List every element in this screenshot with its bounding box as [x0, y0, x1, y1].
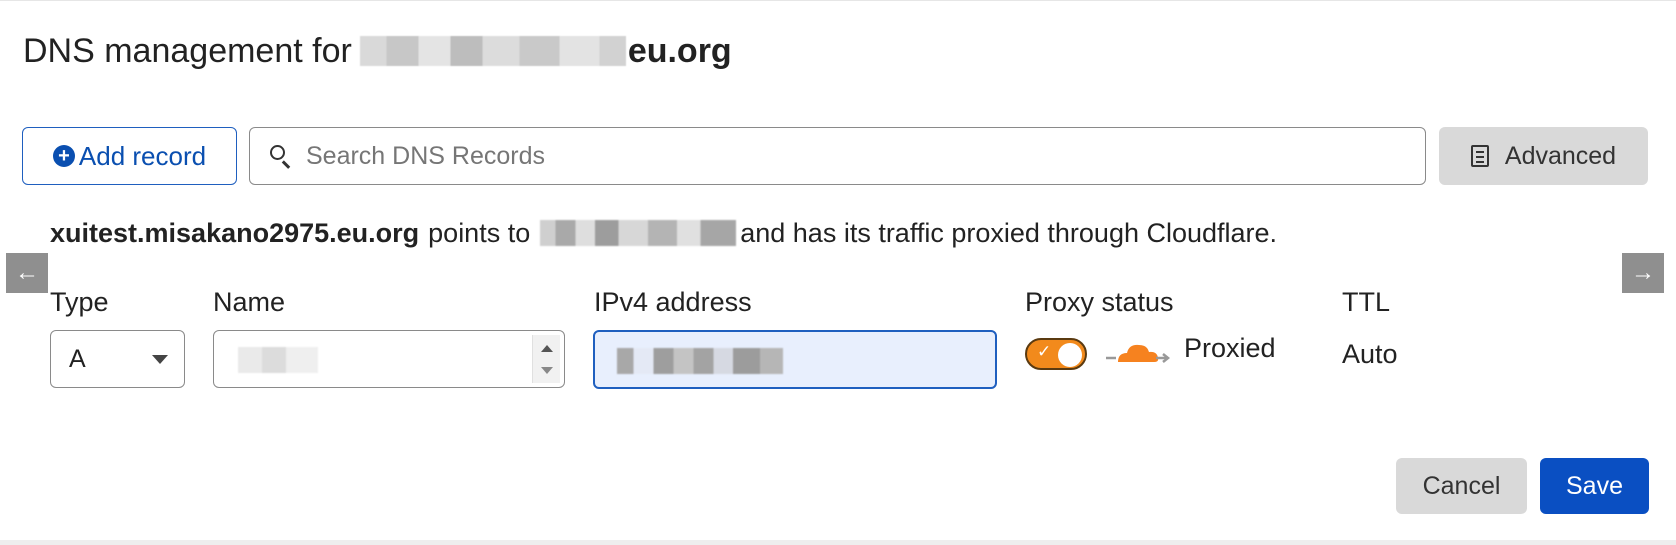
page-title-prefix: DNS management for	[23, 32, 352, 70]
page-title: DNS management for eu.org	[23, 29, 732, 73]
name-spinner[interactable]	[532, 335, 560, 383]
redacted-ip	[540, 220, 737, 246]
search-icon	[268, 143, 294, 169]
cloud-icon-shape	[1118, 344, 1159, 362]
arrow-right-icon: →	[1631, 259, 1655, 286]
plus-circle-icon: +	[52, 145, 75, 167]
record-summary: xuitest.misakano2975.eu.org points to an…	[50, 215, 1277, 251]
advanced-label: Advanced	[1504, 141, 1617, 170]
spin-up-icon[interactable]	[541, 345, 553, 352]
check-icon: ✓	[1037, 342, 1052, 361]
document-icon	[1470, 145, 1489, 167]
ttl-label: TTL	[1342, 287, 1391, 317]
scroll-right-button[interactable]: →	[1622, 253, 1664, 293]
page-title-domain-suffix: eu.org	[627, 32, 732, 70]
ipv4-field[interactable]	[593, 330, 997, 389]
proxy-toggle[interactable]: ✓	[1025, 338, 1087, 370]
search-box[interactable]	[249, 127, 1426, 185]
proxy-status-value: Proxied	[1184, 333, 1276, 363]
name-label: Name	[213, 287, 286, 317]
dns-management-panel: DNS management for eu.org + Add record A…	[0, 0, 1676, 540]
add-record-label: Add record	[78, 140, 207, 171]
toggle-knob	[1058, 343, 1082, 367]
proxy-status-label: Proxy status	[1025, 287, 1174, 317]
name-field[interactable]	[213, 330, 565, 388]
ttl-value: Auto	[1342, 339, 1398, 369]
points-to-text: points to	[428, 218, 531, 248]
type-select[interactable]: A	[50, 330, 185, 388]
spin-down-icon[interactable]	[541, 367, 553, 374]
scroll-left-button[interactable]: ←	[6, 253, 48, 293]
redacted-name-value	[238, 347, 318, 373]
record-hostname: xuitest.misakano2975.eu.org	[50, 218, 420, 248]
cancel-button[interactable]: Cancel	[1396, 458, 1527, 514]
save-button[interactable]: Save	[1540, 458, 1649, 514]
search-input[interactable]	[306, 141, 1386, 171]
advanced-button[interactable]: Advanced	[1439, 127, 1648, 185]
redacted-domain	[359, 36, 626, 66]
bottom-divider	[0, 540, 1676, 545]
type-select-value: A	[69, 344, 86, 373]
ipv4-label: IPv4 address	[594, 287, 752, 317]
type-label: Type	[50, 287, 109, 317]
cloud-icon	[1106, 344, 1170, 363]
chevron-down-icon	[152, 355, 168, 364]
redacted-ipv4-value	[617, 348, 783, 374]
add-record-button[interactable]: + Add record	[22, 127, 237, 185]
summary-trailing-text: and has its traffic proxied through Clou…	[740, 218, 1278, 248]
arrow-left-icon: ←	[15, 259, 39, 286]
